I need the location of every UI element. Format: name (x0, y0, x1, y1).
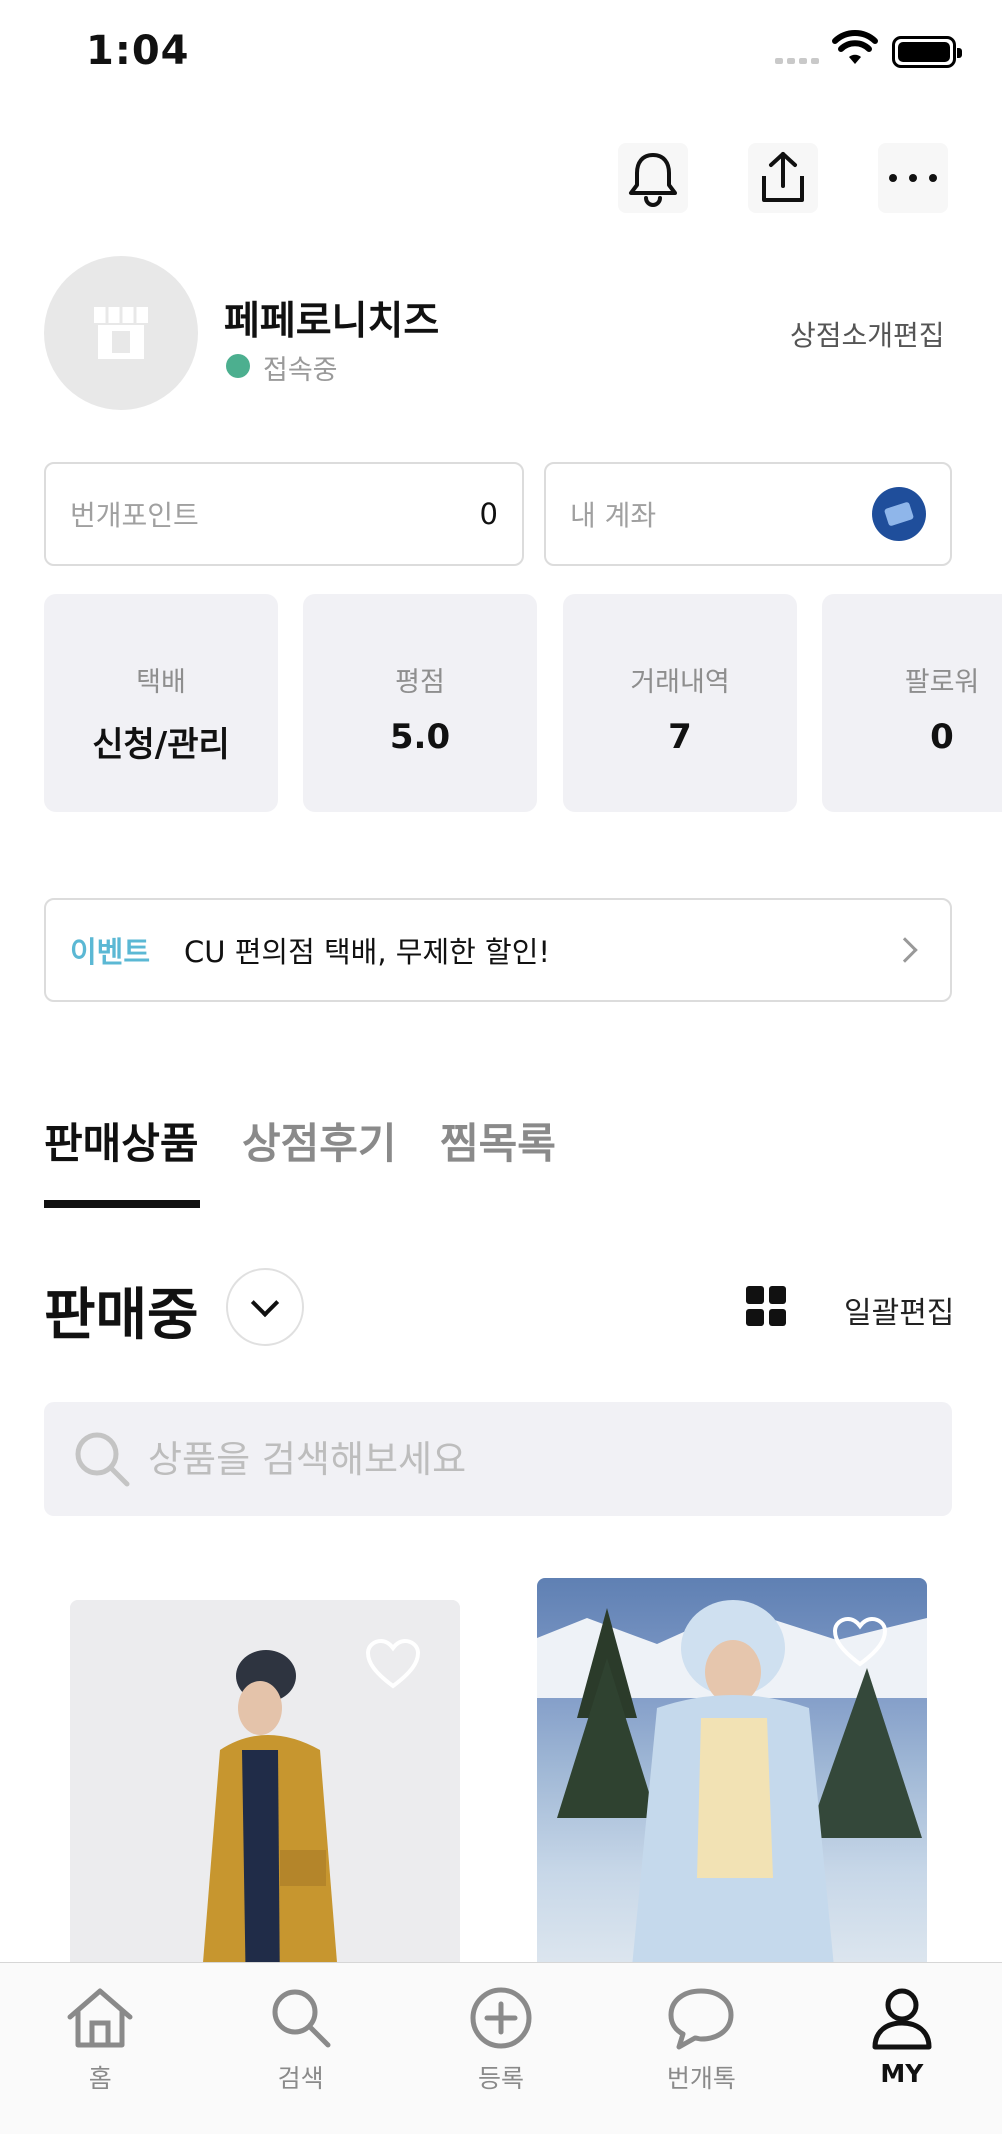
points-value: 0 (479, 497, 498, 531)
search-icon (272, 1989, 331, 2048)
tab-wishlist[interactable]: 찜목록 (440, 1110, 556, 1171)
store-name: 페페로니치즈 (224, 299, 440, 344)
bottom-nav: 홈 검색 등록 번개톡 MY (0, 1962, 1002, 2134)
nav-my[interactable]: MY (802, 1963, 1002, 2134)
product-card[interactable] (537, 1578, 927, 1998)
store-avatar[interactable] (44, 256, 198, 410)
battery-icon (892, 36, 962, 68)
stat-value: 5.0 (389, 717, 451, 757)
tab-selling-products[interactable]: 판매상품 (44, 1110, 199, 1171)
stat-card-followers[interactable]: 팔로워 0 (822, 594, 1002, 812)
active-tab-indicator (44, 1200, 200, 1208)
nav-label: 홈 (88, 2064, 112, 2093)
edit-store-intro-button[interactable]: 상점소개편집 (790, 314, 945, 354)
event-message: CU 편의점 택배, 무제한 할인! (184, 935, 551, 969)
nav-search[interactable]: 검색 (200, 1963, 400, 2134)
nav-label: 등록 (478, 2064, 525, 2093)
chevron-down-icon (250, 1288, 280, 1318)
nav-register[interactable]: 등록 (401, 1963, 601, 2134)
stat-label: 팔로워 (904, 667, 980, 698)
status-time: 1:04 (86, 28, 190, 74)
stat-value: 7 (668, 717, 692, 757)
stat-label: 거래내역 (630, 667, 730, 698)
tab-store-reviews[interactable]: 상점후기 (242, 1110, 397, 1171)
bank-card-icon (872, 487, 926, 541)
bell-icon[interactable] (618, 143, 688, 213)
grid-view-icon[interactable] (746, 1286, 786, 1326)
stat-label: 택배 (136, 667, 186, 698)
chevron-right-icon (892, 937, 918, 963)
heart-icon[interactable] (364, 1638, 422, 1690)
more-icon[interactable] (878, 143, 948, 213)
wifi-icon (832, 30, 878, 64)
store-icon (94, 307, 148, 359)
event-banner[interactable]: 이벤트 CU 편의점 택배, 무제한 할인! (44, 898, 952, 1002)
home-icon (67, 1988, 133, 2048)
account-label: 내 계좌 (570, 499, 657, 532)
online-status-text: 접속중 (263, 355, 338, 386)
bulk-edit-button[interactable]: 일괄편집 (844, 1288, 954, 1332)
account-box[interactable]: 내 계좌 (544, 462, 952, 566)
share-icon[interactable] (748, 143, 818, 213)
online-status-dot (226, 354, 250, 378)
nav-label: MY (880, 2059, 924, 2088)
plus-circle-icon (470, 1987, 532, 2049)
stat-card-transactions[interactable]: 거래내역 7 (563, 594, 797, 812)
nav-chat[interactable]: 번개톡 (601, 1963, 801, 2134)
person-icon (872, 1988, 932, 2050)
nav-label: 검색 (277, 2064, 324, 2093)
event-tag: 이벤트 (70, 935, 151, 969)
stat-value: 0 (930, 717, 954, 757)
product-search-bar[interactable] (44, 1402, 952, 1516)
search-icon (75, 1432, 130, 1487)
search-input[interactable] (148, 1437, 928, 1481)
stat-card-delivery[interactable]: 택배 신청/관리 (44, 594, 278, 812)
chat-icon (668, 1988, 734, 2050)
stat-label: 평점 (395, 667, 445, 698)
product-card[interactable] (70, 1600, 460, 2000)
points-box[interactable]: 번개포인트 0 (44, 462, 524, 566)
stat-value: 신청/관리 (92, 725, 230, 765)
stat-card-rating[interactable]: 평점 5.0 (303, 594, 537, 812)
signal-icon (775, 58, 821, 66)
status-dropdown-button[interactable] (226, 1268, 304, 1346)
nav-home[interactable]: 홈 (0, 1963, 200, 2134)
points-label: 번개포인트 (70, 499, 199, 532)
nav-label: 번개톡 (666, 2064, 736, 2093)
listing-title: 판매중 (44, 1283, 199, 1348)
heart-icon[interactable] (831, 1616, 889, 1668)
